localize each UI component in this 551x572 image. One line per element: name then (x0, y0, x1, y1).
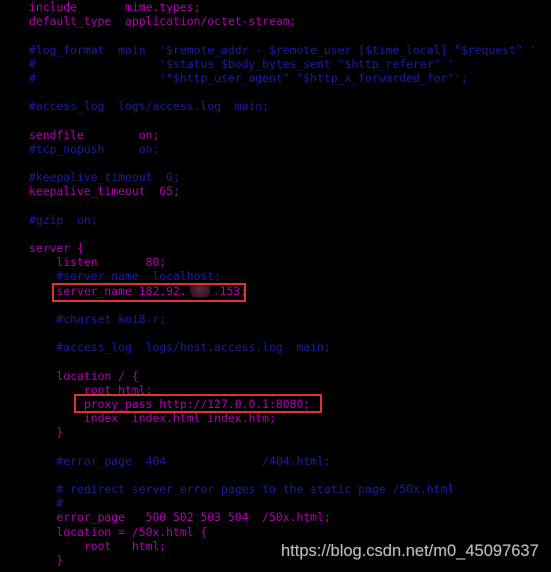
config-line: include mime.types; (29, 0, 201, 14)
config-comment-line: #keepalive_timeout 0; (29, 170, 180, 185)
config-comment-line: #access_log logs/access.log main; (29, 99, 270, 114)
config-line: } (29, 553, 64, 568)
config-comment-line: # redirect server error pages to the sta… (29, 482, 455, 497)
config-line: } (29, 425, 64, 440)
watermark: https://blog.csdn.net/m0_45097637 (281, 542, 539, 560)
config-comment-line: #log_format main '$remote_addr - $remote… (29, 42, 537, 57)
config-comment-line: #tcp_nopush on; (29, 141, 160, 156)
config-comment-line: # '$status $body_bytes_sent "$http_refer… (29, 56, 455, 71)
highlight-box-server-name (52, 283, 246, 302)
config-comment-line: #charset koi8-r; (29, 311, 167, 326)
config-comment-line: #error_page 404 /404.html; (29, 453, 331, 468)
config-comment-line: #server_name localhost; (29, 269, 222, 284)
config-line: sendfile on; (29, 127, 160, 142)
config-comment-line: #gzip on; (29, 212, 98, 227)
config-line: root html; (29, 538, 167, 553)
config-line: location = /50x.html { (29, 524, 208, 539)
config-line: server { (29, 241, 84, 256)
config-line: index index.html index.htm; (29, 411, 276, 426)
config-comment-line: # (29, 496, 64, 511)
config-comment-line: #access_log logs/host.access.log main; (29, 340, 331, 355)
config-line: listen 80; (29, 255, 167, 270)
config-line: location / { (29, 368, 139, 383)
highlight-box-proxy-pass (74, 394, 322, 413)
config-comment-line: # '"$http_user_agent" "$http_x_forwarded… (29, 70, 468, 85)
config-line: default_type application/octet-stream; (29, 14, 297, 29)
config-line: keepalive_timeout 65; (29, 184, 180, 199)
config-line: error_page 500 502 503 504 /50x.html; (29, 510, 331, 525)
